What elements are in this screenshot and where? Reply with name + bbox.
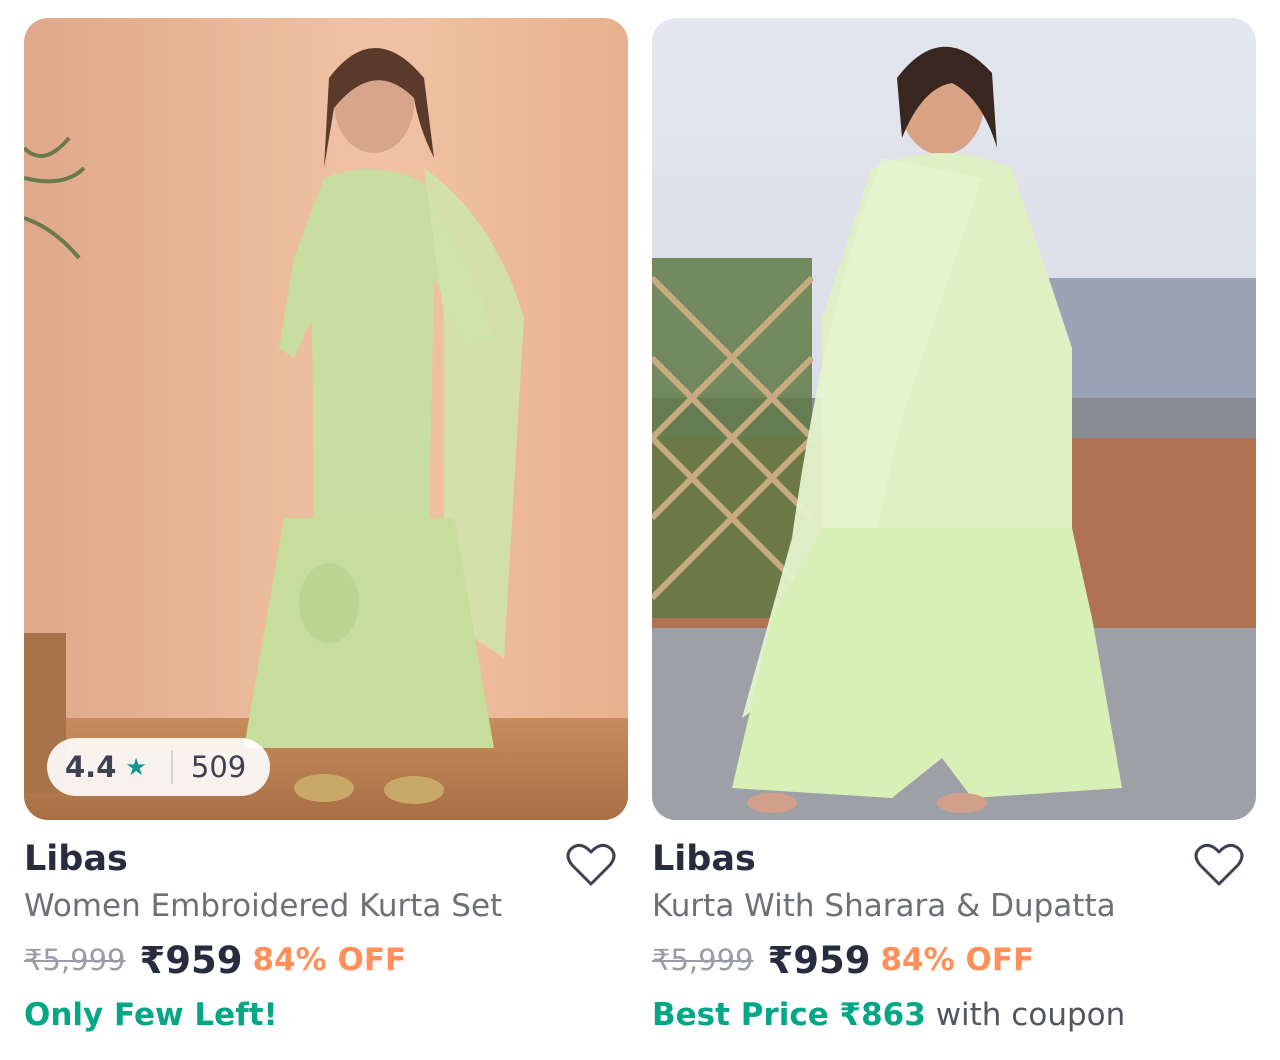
heart-outline-icon[interactable] (566, 842, 616, 888)
star-icon: ★ (125, 753, 147, 781)
product-tag: Only Few Left! (24, 990, 628, 1040)
product-mrp: ₹5,999 (652, 943, 754, 977)
tag-suffix: with coupon (935, 997, 1126, 1033)
product-info: Libas Women Embroidered Kurta Set ₹5,999… (24, 820, 628, 1040)
product-grid: 4.4 ★ 509 Libas Women Embroidered Kurta … (0, 0, 1280, 1060)
product-info: Libas Kurta With Sharara & Dupatta ₹5,99… (652, 820, 1256, 1040)
product-card[interactable]: 4.4 ★ 509 Libas Women Embroidered Kurta … (24, 18, 628, 1040)
product-discount: 84% OFF (252, 942, 407, 978)
price-row: ₹5,999 ₹959 84% OFF (652, 930, 1256, 990)
price-row: ₹5,999 ₹959 84% OFF (24, 930, 628, 990)
rating-badge: 4.4 ★ 509 (47, 738, 271, 796)
tag-highlight: Best Price ₹863 (652, 997, 926, 1033)
product-tag: Best Price ₹863 with coupon (652, 990, 1256, 1040)
product-photo (24, 18, 628, 820)
product-photo (652, 18, 1256, 820)
rating-value: 4.4 (65, 750, 117, 784)
product-image[interactable]: 4.4 ★ 509 (24, 18, 628, 820)
product-card[interactable]: Libas Kurta With Sharara & Dupatta ₹5,99… (652, 18, 1256, 1040)
product-name: Kurta With Sharara & Dupatta (652, 888, 1116, 924)
product-brand: Libas (652, 839, 756, 879)
product-price: ₹959 (767, 938, 871, 982)
product-discount: 84% OFF (880, 942, 1035, 978)
tag-highlight: Only Few Left! (24, 997, 278, 1033)
rating-divider (170, 750, 173, 784)
heart-outline-icon[interactable] (1194, 842, 1244, 888)
product-image[interactable] (652, 18, 1256, 820)
product-price: ₹959 (139, 938, 243, 982)
product-name: Women Embroidered Kurta Set (24, 888, 503, 924)
product-brand: Libas (24, 839, 128, 879)
product-mrp: ₹5,999 (24, 943, 126, 977)
rating-count: 509 (190, 750, 247, 784)
